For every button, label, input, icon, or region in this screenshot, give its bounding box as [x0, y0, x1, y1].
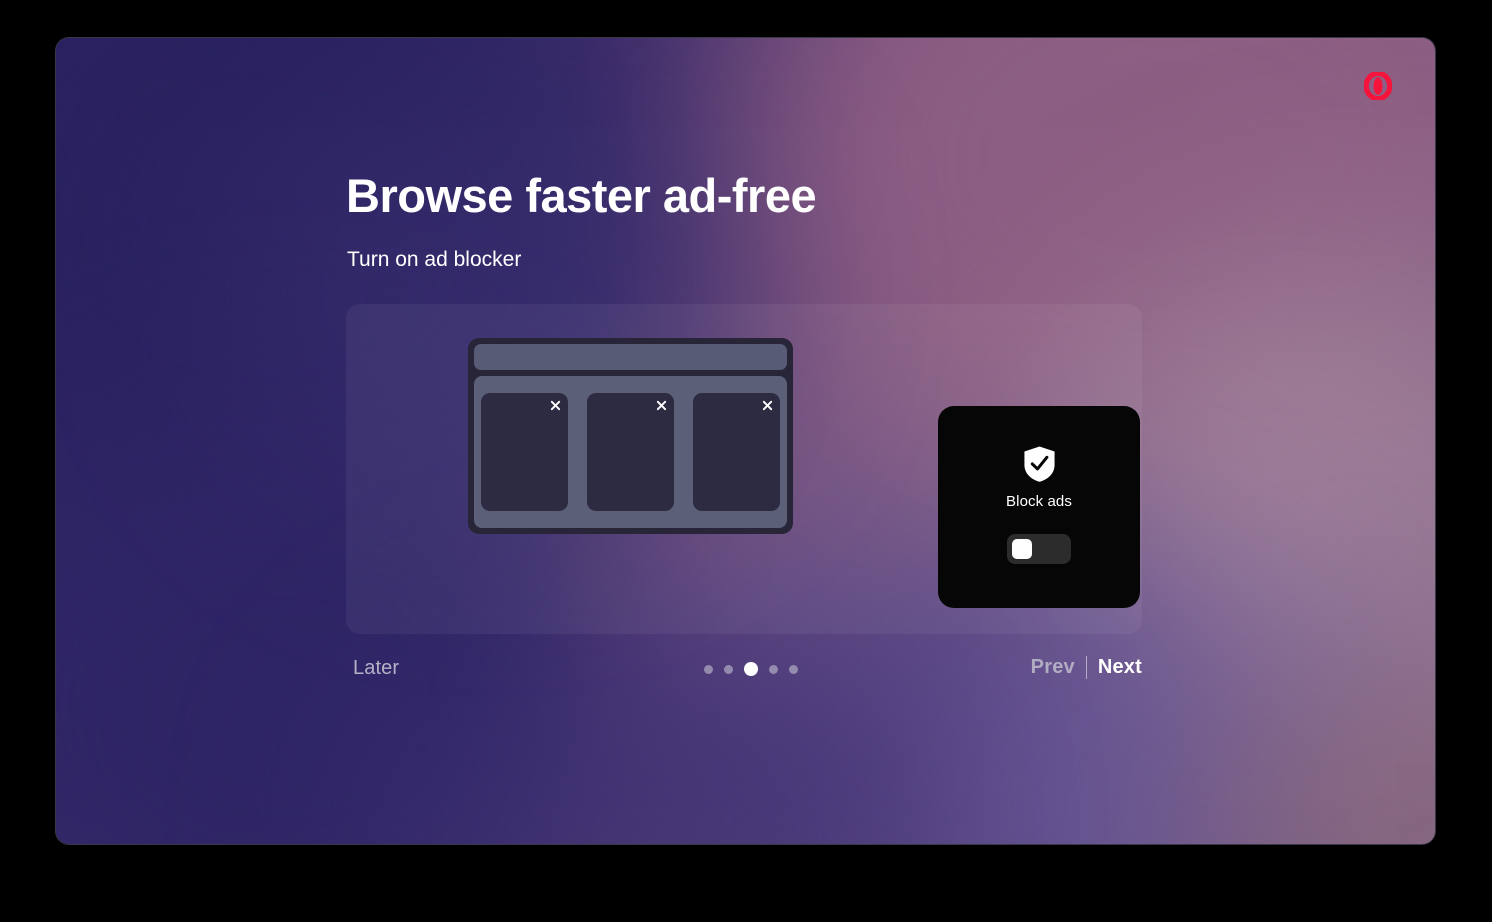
pagination-dot[interactable]	[768, 664, 778, 674]
shield-check-icon	[1023, 446, 1055, 482]
block-ads-panel: Block ads	[938, 406, 1140, 608]
close-icon[interactable]	[656, 400, 667, 411]
browser-window-mockup	[468, 338, 793, 534]
address-bar	[474, 344, 787, 370]
pager-divider	[1085, 656, 1087, 679]
close-icon[interactable]	[550, 400, 561, 411]
block-ads-label: Block ads	[1006, 492, 1072, 510]
page-subtitle: Turn on ad blocker	[347, 248, 522, 271]
pagination-dot-active[interactable]	[743, 662, 758, 676]
onboarding-footer: Later Prev Next	[56, 654, 1435, 694]
block-ads-toggle[interactable]	[1007, 533, 1071, 564]
ad-block	[481, 393, 568, 511]
close-icon[interactable]	[762, 400, 773, 411]
ad-block	[693, 393, 780, 511]
onboarding-content: Browse faster ad-free Turn on ad blocker	[56, 38, 1435, 844]
page-title: Browse faster ad-free	[346, 169, 817, 222]
onboarding-window: Browse faster ad-free Turn on ad blocker	[56, 38, 1435, 844]
screenshot-root: Browse faster ad-free Turn on ad blocker	[0, 0, 1492, 922]
opera-logo-icon	[1364, 72, 1392, 100]
prev-button[interactable]: Prev	[1031, 656, 1086, 679]
pagination-dot[interactable]	[788, 664, 798, 674]
illustration-card: Block ads	[346, 304, 1142, 634]
browser-viewport	[474, 376, 787, 528]
pagination-dot[interactable]	[703, 664, 713, 674]
pager-controls: Prev Next	[1031, 656, 1142, 679]
pagination-dots	[66, 662, 1435, 676]
ad-block	[587, 393, 674, 511]
toggle-knob	[1012, 538, 1032, 559]
pagination-dot[interactable]	[723, 664, 733, 674]
next-button[interactable]: Next	[1087, 656, 1142, 679]
